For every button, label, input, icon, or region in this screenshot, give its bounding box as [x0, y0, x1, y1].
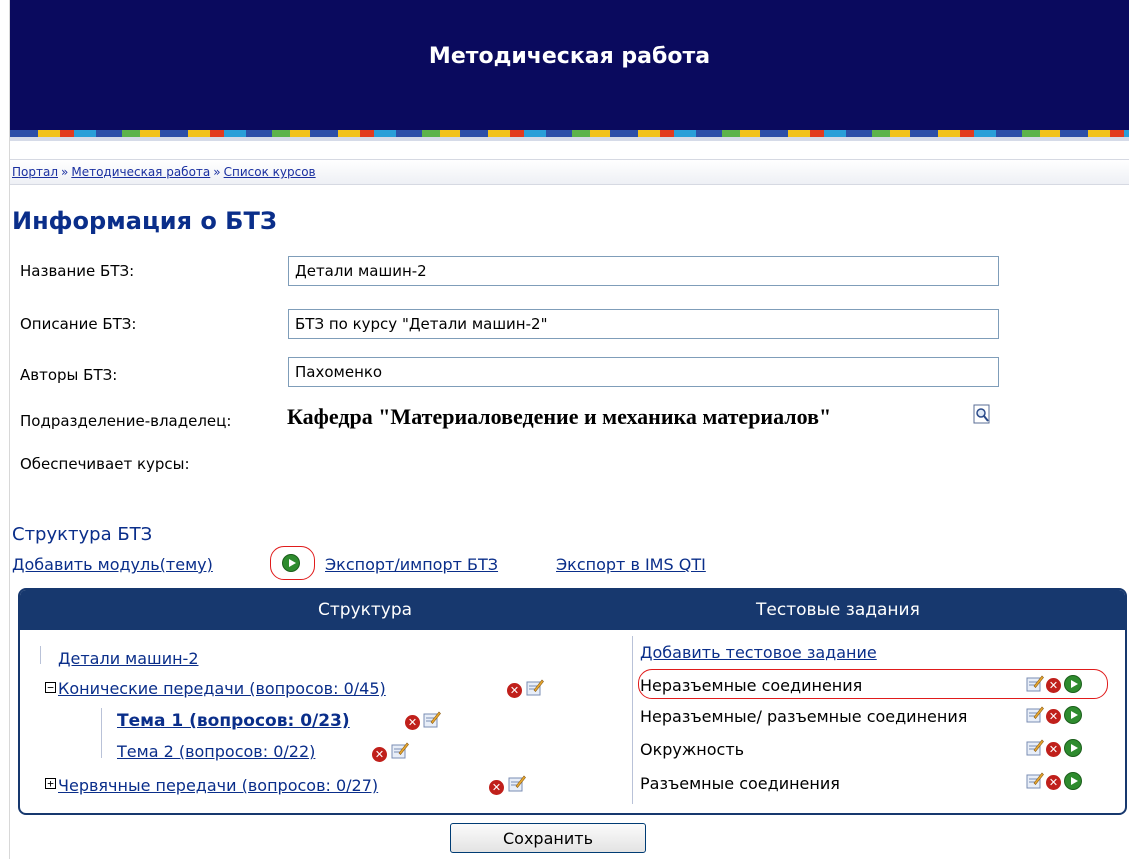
delete-icon[interactable]: ✕ [372, 747, 387, 762]
tree-line [40, 646, 41, 664]
play-icon[interactable] [1064, 675, 1082, 693]
window-left-edge [0, 0, 9, 859]
task-item[interactable]: Окружность [640, 740, 744, 759]
task-item[interactable]: Разъемные соединения [640, 774, 840, 793]
edit-icon[interactable] [423, 710, 441, 728]
delete-icon[interactable]: ✕ [1046, 742, 1061, 757]
delete-icon[interactable]: ✕ [1046, 709, 1061, 724]
breadcrumb-methodical-work[interactable]: Методическая работа [71, 165, 210, 179]
breadcrumb: Портал» Методическая работа» Список курсов [10, 159, 1129, 185]
edit-icon[interactable] [508, 774, 526, 792]
tree-node-topic-2[interactable]: Тема 2 (вопросов: 0/22) [117, 742, 315, 761]
banner-title: Методическая работа [428, 44, 711, 69]
name-input[interactable] [288, 256, 999, 286]
play-icon[interactable] [1064, 739, 1082, 757]
delete-icon[interactable]: ✕ [489, 780, 504, 795]
edit-icon[interactable] [1026, 705, 1044, 723]
add-module-link[interactable]: Добавить модуль(тему) [12, 555, 213, 574]
export-import-link[interactable]: Экспорт/импорт БТЗ [325, 555, 498, 574]
authors-input[interactable] [288, 357, 999, 387]
collapse-icon[interactable]: − [45, 682, 56, 693]
edit-icon[interactable] [526, 678, 544, 696]
breadcrumb-portal[interactable]: Портал [12, 165, 58, 179]
task-item[interactable]: Неразъемные/ разъемные соединения [640, 707, 967, 726]
edit-icon[interactable] [1026, 674, 1044, 692]
edit-icon[interactable] [1026, 738, 1044, 756]
breadcrumb-course-list[interactable]: Список курсов [224, 165, 316, 179]
courses-label: Обеспечивает курсы: [20, 455, 190, 473]
edit-icon[interactable] [391, 741, 409, 759]
header-stripe-shadow [10, 137, 1129, 141]
description-input[interactable] [288, 309, 999, 339]
play-icon[interactable] [1064, 706, 1082, 724]
department-label: Подразделение-владелец: [20, 412, 232, 430]
description-label: Описание БТЗ: [20, 315, 137, 333]
edit-icon[interactable] [1026, 771, 1044, 789]
save-button[interactable]: Сохранить [450, 823, 646, 853]
column-structure: Структура [318, 600, 413, 620]
delete-icon[interactable]: ✕ [1046, 775, 1061, 790]
magnifier-icon[interactable] [973, 404, 991, 424]
tree-node-bevel-gears[interactable]: Конические передачи (вопросов: 0/45) [58, 679, 386, 698]
tree-line [101, 708, 102, 758]
name-label: Название БТЗ: [20, 262, 135, 280]
header-stripe [10, 130, 1129, 137]
breadcrumb-separator: » [213, 165, 221, 179]
structure-heading: Структура БТЗ [12, 524, 153, 545]
page-title: Информация о БТЗ [12, 207, 277, 235]
breadcrumb-separator: » [61, 165, 69, 179]
tree-node-worm-gears[interactable]: Червячные передачи (вопросов: 0/27) [58, 776, 378, 795]
task-item[interactable]: Неразъемные соединения [640, 676, 862, 695]
delete-icon[interactable]: ✕ [507, 683, 522, 698]
authors-label: Авторы БТЗ: [20, 366, 118, 384]
tree-node-topic-1[interactable]: Тема 1 (вопросов: 0/23) [117, 711, 350, 731]
structure-table: Структура Тестовые задания Детали машин-… [18, 588, 1127, 815]
play-icon[interactable] [282, 554, 300, 572]
delete-icon[interactable]: ✕ [405, 715, 420, 730]
table-header: Структура Тестовые задания [20, 590, 1125, 630]
header-banner: Методическая работа [10, 0, 1129, 130]
add-test-task-link[interactable]: Добавить тестовое задание [640, 643, 877, 662]
export-ims-link[interactable]: Экспорт в IMS QTI [556, 555, 706, 574]
department-value: Кафедра "Материаловедение и механика мат… [287, 404, 832, 429]
column-divider [632, 636, 633, 804]
delete-icon[interactable]: ✕ [1046, 678, 1061, 693]
tree-root-link[interactable]: Детали машин-2 [58, 649, 199, 668]
column-test-tasks: Тестовые задания [756, 600, 920, 620]
play-icon[interactable] [1064, 772, 1082, 790]
expand-icon[interactable]: + [45, 778, 56, 789]
